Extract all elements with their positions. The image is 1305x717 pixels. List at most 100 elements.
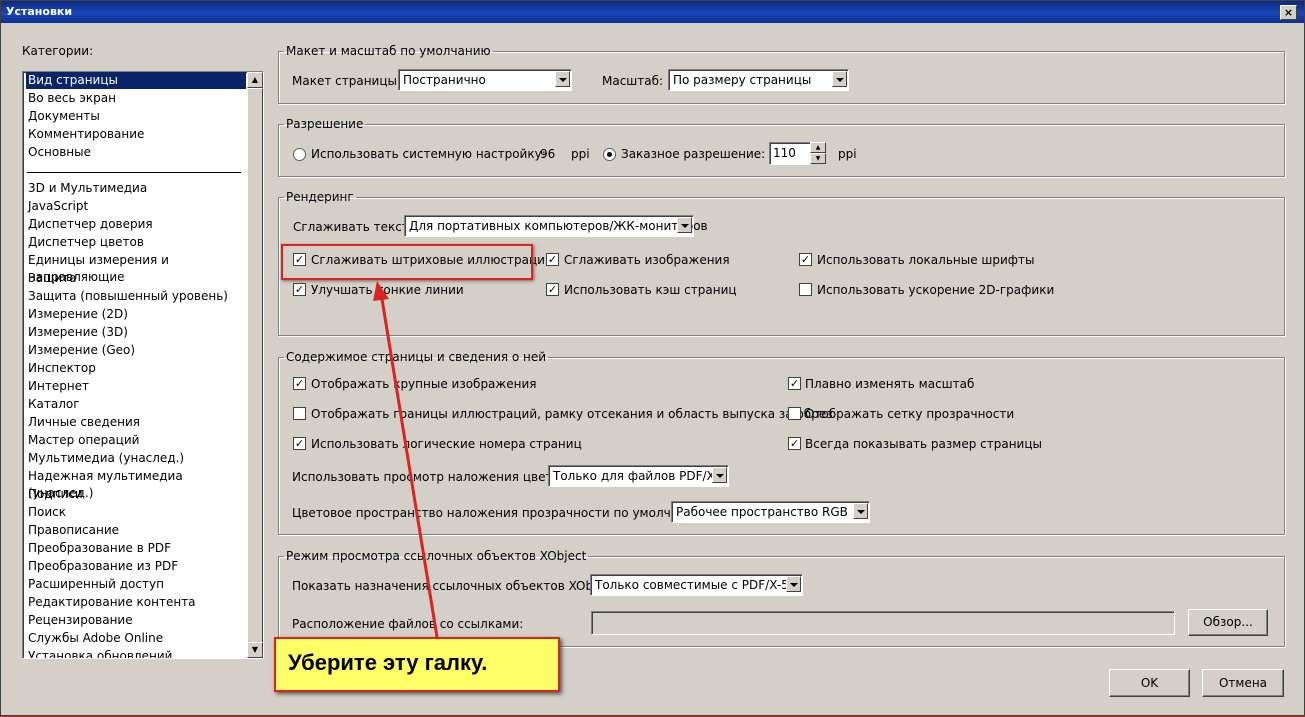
logical-page-numbers-checkbox[interactable]: ✓ <box>293 437 306 450</box>
ppi-unit: ppi <box>838 147 857 161</box>
category-item[interactable]: Измерение (Geo) <box>26 342 246 359</box>
chevron-down-icon[interactable] <box>853 503 868 519</box>
xobject-location-input[interactable] <box>591 611 1175 635</box>
category-item[interactable]: Инспектор <box>26 360 246 377</box>
zoom-value: По размеру страницы <box>673 73 812 87</box>
transparency-grid-checkbox[interactable] <box>788 407 801 420</box>
page-size-checkbox[interactable]: ✓ <box>788 437 801 450</box>
scroll-thumb[interactable] <box>247 88 263 645</box>
category-item[interactable]: Защита (повышенный уровень) <box>26 288 246 305</box>
enhance-thin-lines-label: Улучшать тонкие линии <box>311 283 464 297</box>
resolution-stepper[interactable]: ▲ ▼ <box>810 142 826 164</box>
category-item[interactable]: Единицы измерения и направляющие <box>26 252 246 284</box>
content-legend: Содержимое страницы и сведения о ней <box>286 350 547 364</box>
smooth-text-value: Для портативных компьютеров/ЖК-мониторов <box>409 219 708 233</box>
category-item[interactable]: Надежная мультимедиа (унаслед.) <box>26 468 246 500</box>
scroll-up-icon[interactable]: ▲ <box>247 72 263 88</box>
category-item[interactable]: Мультимедиа (унаслед.) <box>26 450 246 467</box>
category-item[interactable]: Редактирование контента <box>26 594 246 611</box>
category-item[interactable]: Расширенный доступ <box>26 576 246 593</box>
blend-space-select[interactable]: Рабочее пространство RGB <box>671 501 870 523</box>
system-resolution-radio[interactable] <box>293 148 306 161</box>
page-cache-checkbox[interactable]: ✓ <box>546 283 559 296</box>
category-item[interactable]: Основные <box>26 144 246 161</box>
category-item[interactable]: JavaScript <box>26 198 246 215</box>
category-item[interactable]: Во весь экран <box>26 90 246 107</box>
page-layout-select[interactable]: Постранично <box>398 69 572 91</box>
logical-page-numbers-label: Использовать логические номера страниц <box>311 437 582 451</box>
spin-down-icon[interactable]: ▼ <box>810 153 826 164</box>
category-item[interactable]: Подписи <box>26 486 246 503</box>
transparency-grid-label: Отображать сетку прозрачности <box>805 407 1015 421</box>
category-item[interactable]: Измерение (3D) <box>26 324 246 341</box>
chevron-down-icon[interactable] <box>677 217 692 233</box>
chevron-down-icon[interactable] <box>712 467 727 483</box>
page-layout-label-text: Макет страницы: <box>292 74 402 88</box>
category-item[interactable]: Преобразование из PDF <box>26 558 246 575</box>
page-size-label: Всегда показывать размер страницы <box>805 437 1042 451</box>
blend-space-value: Рабочее пространство RGB <box>676 505 848 519</box>
system-resolution-label: Использовать системную настройку: <box>311 147 546 161</box>
xobject-show-label: Показать назначения ссылочных объектов X… <box>292 579 620 593</box>
custom-resolution-input[interactable]: 110 <box>769 142 811 165</box>
category-item[interactable]: Преобразование в PDF <box>26 540 246 557</box>
blend-space-label: Цветовое пространство наложения прозрачн… <box>292 506 708 520</box>
category-item[interactable]: Рецензирование <box>26 612 246 629</box>
page-layout-label: Макет страницы: <box>292 74 401 88</box>
spin-up-icon[interactable]: ▲ <box>810 142 826 153</box>
category-item[interactable]: Комментирование <box>26 126 246 143</box>
chevron-down-icon[interactable] <box>555 71 570 87</box>
large-images-checkbox[interactable]: ✓ <box>293 377 306 390</box>
browse-button[interactable]: Обзор... <box>1188 609 1268 636</box>
category-item[interactable]: Каталог <box>26 396 246 413</box>
category-item[interactable]: Мастер операций <box>26 432 246 449</box>
category-item[interactable]: 3D и Мультимедиа <box>26 180 246 197</box>
smooth-text-label: Сглаживать текст: <box>293 220 413 234</box>
category-item[interactable]: Защита <box>26 270 246 287</box>
large-images-label: Отображать крупные изображения <box>311 377 537 391</box>
ppi-unit: ppi <box>571 147 590 161</box>
xobject-show-value: Только совместимые с PDF/X-5 <box>595 578 789 592</box>
categories-list[interactable]: Вид страницы Во весь экран Документы Ком… <box>22 71 264 659</box>
zoom-label: Масштаб: <box>602 74 664 88</box>
page-cache-label: Использовать кэш страниц <box>564 283 737 297</box>
rendering-legend: Рендеринг <box>286 190 354 204</box>
category-item[interactable]: Личные сведения <box>26 414 246 431</box>
annotation-callout: Уберите эту галку. <box>274 637 560 692</box>
categories-scrollbar[interactable]: ▲ ▼ <box>247 72 263 658</box>
overprint-label: Использовать просмотр наложения цветов: <box>292 470 571 484</box>
custom-resolution-radio[interactable] <box>603 148 616 161</box>
smooth-text-select[interactable]: Для портативных компьютеров/ЖК-мониторов <box>404 215 708 237</box>
category-item[interactable]: Поиск <box>26 504 246 521</box>
local-fonts-checkbox[interactable]: ✓ <box>799 253 812 266</box>
xobject-show-select[interactable]: Только совместимые с PDF/X-5 <box>590 574 803 596</box>
category-item[interactable]: Службы Adobe Online <box>26 630 246 647</box>
scroll-down-icon[interactable]: ▼ <box>247 642 263 658</box>
cancel-button[interactable]: Отмена <box>1202 669 1284 697</box>
category-item[interactable]: Вид страницы <box>26 72 246 89</box>
resolution-legend: Разрешение <box>286 117 364 131</box>
chevron-down-icon[interactable] <box>832 71 847 87</box>
enhance-thin-lines-checkbox[interactable]: ✓ <box>293 283 306 296</box>
ok-button[interactable]: OK <box>1109 669 1190 697</box>
category-item[interactable]: Правописание <box>26 522 246 539</box>
zoom-select[interactable]: По размеру страницы <box>668 69 849 91</box>
smooth-zoom-checkbox[interactable]: ✓ <box>788 377 801 390</box>
category-item[interactable]: Диспетчер цветов <box>26 234 246 251</box>
category-item[interactable]: Диспетчер доверия <box>26 216 246 233</box>
title-bar[interactable]: Установки × <box>1 1 1304 23</box>
custom-resolution-value: 110 <box>773 146 796 160</box>
category-item[interactable]: Измерение (2D) <box>26 306 246 323</box>
art-bounds-checkbox[interactable] <box>293 407 306 420</box>
overprint-select[interactable]: Только для файлов PDF/X <box>548 465 729 487</box>
category-item[interactable]: Интернет <box>26 378 246 395</box>
2d-acceleration-label: Использовать ускорение 2D-графики <box>817 283 1055 297</box>
chevron-down-icon[interactable] <box>786 576 801 592</box>
2d-acceleration-checkbox[interactable] <box>799 283 812 296</box>
category-item[interactable]: Документы <box>26 108 246 125</box>
window-title: Установки <box>6 5 73 18</box>
category-item[interactable]: Установка обновлений <box>26 648 246 658</box>
close-button[interactable]: × <box>1280 5 1297 20</box>
custom-resolution-label: Заказное разрешение: <box>621 147 766 161</box>
smooth-images-checkbox[interactable]: ✓ <box>546 253 559 266</box>
